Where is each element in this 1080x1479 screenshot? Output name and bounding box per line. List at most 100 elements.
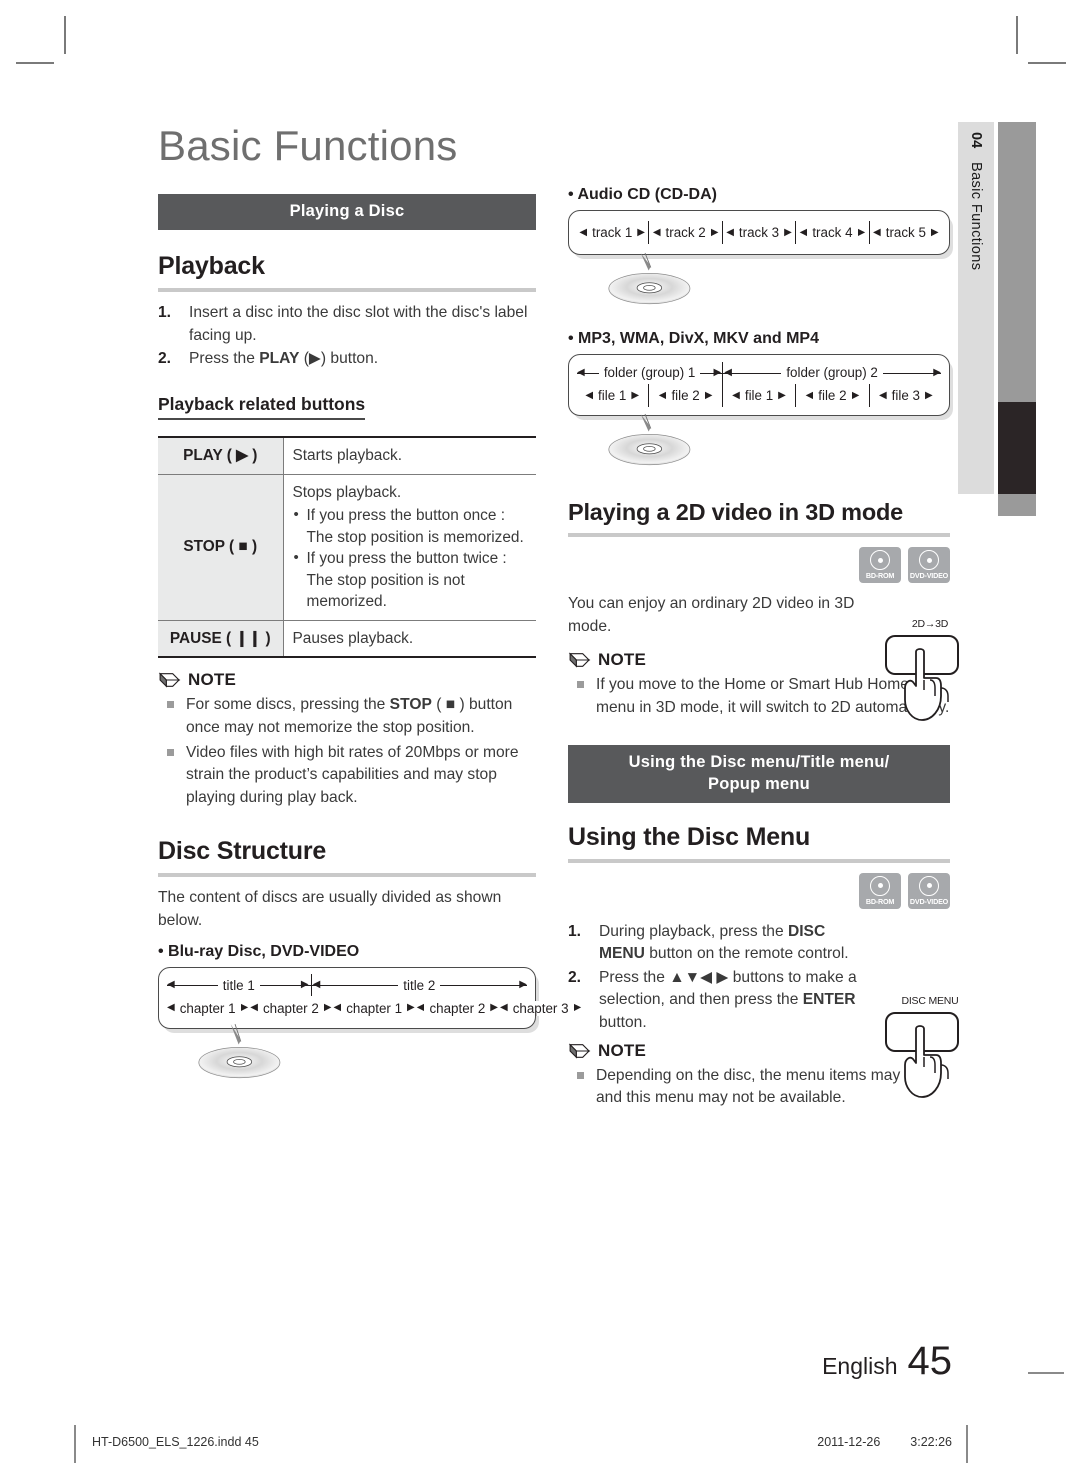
diagram-divider xyxy=(648,221,650,244)
diagram-label-folder2: folder (group) 2 xyxy=(781,365,883,380)
diagram-track-row: ◀ track 1 ▶ ◀ track 2 ▶ ◀ track 3 ▶ ◀ tr… xyxy=(577,221,941,244)
disc-icon xyxy=(919,875,939,896)
badge-label: BD-ROM xyxy=(865,896,895,906)
diagram-title-row: ◀ title 1 ▶ ◀ title 2 ▶ xyxy=(167,974,527,997)
remote-key-label: DISC MENU xyxy=(901,995,959,1007)
heading-rule xyxy=(158,873,536,878)
arrow-right-icon: ▶ xyxy=(240,1002,249,1014)
diagram-divider xyxy=(721,384,723,407)
table-cell-desc: Stops playback. If you press the button … xyxy=(283,474,536,620)
disc-structure-intro: The content of discs are usually divided… xyxy=(158,889,502,930)
footer-page-number: 45 xyxy=(907,1339,953,1383)
table-cell-key: STOP ( ■ ) xyxy=(158,474,284,621)
note-list: For some discs, pressing the STOP ( ■ ) … xyxy=(158,694,536,809)
step-text: Insert a disc into the disc slot with th… xyxy=(189,304,528,344)
arrow-right-icon: ▶ xyxy=(704,389,713,401)
footer-print-stamp: 2011-12-26 3:22:26 xyxy=(817,1435,952,1449)
diagram-label-title2: title 2 xyxy=(398,977,441,993)
remote-key-2d-3d: 2D→3D xyxy=(880,618,980,735)
disc-illustration xyxy=(608,252,691,305)
step-number: 2. xyxy=(568,968,582,986)
arrow-left-icon: ◀ xyxy=(167,1002,175,1014)
bullet-heading-bluray: Blu-ray Disc, DVD-VIDEO xyxy=(158,943,536,961)
badge-label: BD-ROM xyxy=(865,571,895,580)
arrow-left-icon: ◀ xyxy=(577,366,585,378)
note-header: NOTE xyxy=(158,670,536,690)
diagram-divider xyxy=(868,221,870,244)
arrow-left-icon: ◀ xyxy=(579,226,588,238)
footer-rule-left-vertical xyxy=(74,1425,76,1463)
desc-bullet-list: If you press the button once : The stop … xyxy=(293,504,528,613)
heading-using-disc-menu: Using the Disc Menu xyxy=(568,822,811,851)
audio-cd-diagram: ◀ track 1 ▶ ◀ track 2 ▶ ◀ track 3 ▶ ◀ tr… xyxy=(568,210,950,255)
badge-bd-rom: BD-ROM xyxy=(859,547,901,583)
diagram-label-chapter: chapter 2 xyxy=(257,1000,324,1016)
list-item: 2. Press the ▲▼◀ ▶ buttons to make a sele… xyxy=(568,967,898,1035)
arrow-right-icon: ▶ xyxy=(407,1002,415,1014)
arrow-right-icon: ▶ xyxy=(930,226,939,238)
media-badges: BD-ROM DVD-VIDEO xyxy=(568,872,950,909)
chapter-tab-bars xyxy=(998,122,1036,494)
table-cell-desc: Pauses playback. xyxy=(283,620,536,657)
two-d-three-d-body: You can enjoy an ordinary 2D video in 3D… xyxy=(568,595,855,635)
badge-dvd-video: DVD-VIDEO xyxy=(908,547,950,583)
diagram-label-file: file 2 xyxy=(666,388,705,403)
note-text: For some discs, pressing the xyxy=(186,696,390,714)
remote-key-label: 2D→3D xyxy=(911,618,949,630)
diagram-label-chapter: chapter 3 xyxy=(507,1000,574,1016)
diagram-label-track: track 2 xyxy=(660,225,711,240)
badge-label: DVD-VIDEO xyxy=(909,896,949,906)
arrow-right-icon: ▶ xyxy=(924,389,933,401)
arrow-left-icon: ◀ xyxy=(726,226,734,238)
arrow-right-icon: ▶ xyxy=(300,979,309,991)
step-text-post: button on the remote control. xyxy=(644,945,849,963)
crop-mark-top-left-horizontal xyxy=(16,62,54,64)
disc-icon xyxy=(919,550,939,570)
arrow-left-icon: ◀ xyxy=(167,979,175,991)
footer-rule-right-vertical xyxy=(966,1425,968,1463)
disc-icon xyxy=(870,875,890,896)
heading-rule xyxy=(568,533,950,537)
table-cell-key: PAUSE ( ❙❙ ) xyxy=(158,620,284,658)
table-row: PAUSE ( ❙❙ ) Pauses playback. xyxy=(158,620,536,658)
diagram-divider xyxy=(868,384,870,407)
disc-menu-steps: 1. During playback, press the DISC MENU b… xyxy=(568,921,868,1035)
footer-language: English xyxy=(822,1353,898,1379)
arrow-right-icon: ▶ xyxy=(519,979,527,991)
chapter-tab: 04 Basic Functions xyxy=(958,122,1036,494)
note-text: Video files with high bit rates of 20Mbp… xyxy=(186,743,519,806)
note-label: NOTE xyxy=(188,670,237,690)
media-badges: BD-ROM DVD-VIDEO xyxy=(568,547,950,583)
diagram-label-file: file 1 xyxy=(739,388,779,403)
section-band-playing-a-disc: Playing a Disc xyxy=(158,194,536,231)
pencil-icon xyxy=(158,672,181,689)
crop-mark-top-left-vertical xyxy=(64,16,66,54)
arrow-left-icon: ◀ xyxy=(732,389,740,401)
list-item: For some discs, pressing the STOP ( ■ ) … xyxy=(158,694,536,739)
heading-playback-related-buttons: Playback related buttons xyxy=(158,394,366,420)
step-text-post: (▶) button. xyxy=(299,350,379,368)
table-row: STOP ( ■ ) Stops playback. If you press … xyxy=(158,474,536,621)
step-text: Press the xyxy=(189,350,260,368)
list-item: Video files with high bit rates of 20Mbp… xyxy=(158,742,536,810)
chapter-tab-label: 04 Basic Functions xyxy=(958,122,994,494)
manual-page: 04 Basic Functions Basic Functions Playi… xyxy=(0,0,1080,1479)
arrow-right-icon: ▶ xyxy=(784,226,792,238)
arrow-left-icon: ◀ xyxy=(878,389,887,401)
pencil-icon xyxy=(568,1043,591,1059)
table-cell-key: PLAY ( ▶ ) xyxy=(158,436,284,474)
arrow-left-icon: ◀ xyxy=(799,226,808,238)
note-label: NOTE xyxy=(598,650,647,670)
crop-mark-top-right-horizontal xyxy=(1028,62,1066,64)
arrow-right-icon: ▶ xyxy=(710,226,719,238)
list-item: 1. During playback, press the DISC MENU b… xyxy=(568,921,868,966)
arrow-right-icon: ▶ xyxy=(713,366,722,378)
badge-label: DVD-VIDEO xyxy=(909,571,949,580)
diagram-label-track: track 1 xyxy=(587,225,638,240)
finger-press-icon xyxy=(885,635,959,721)
desc-text: Starts playback. xyxy=(292,446,403,464)
arrow-right-icon: ▶ xyxy=(631,389,640,401)
footer-print-time: 3:22:26 xyxy=(910,1435,952,1449)
tab-bar-segment-lower xyxy=(998,494,1036,516)
arrow-left-icon: ◀ xyxy=(585,389,594,401)
